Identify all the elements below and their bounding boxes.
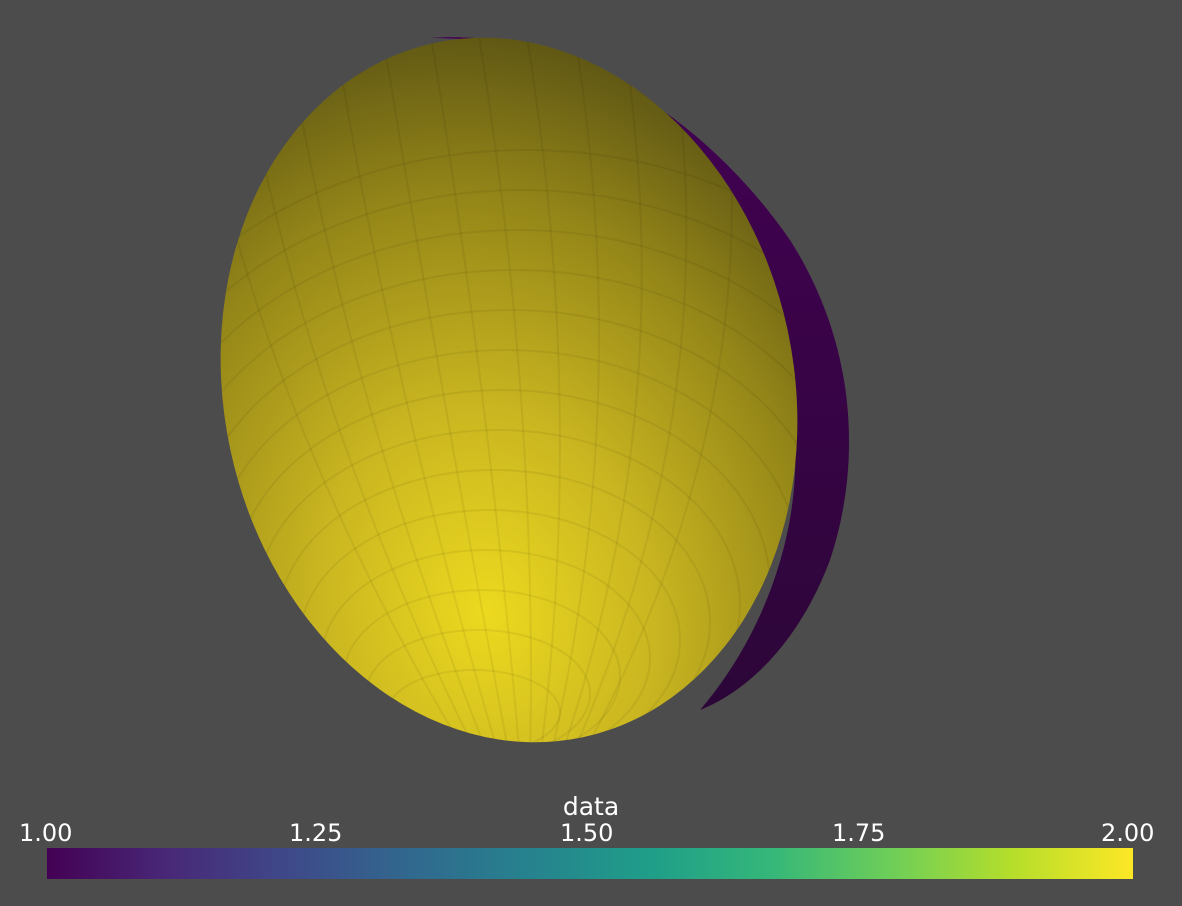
scalar-bar-colormap bbox=[47, 848, 1133, 879]
scalar-bar-tick-label: 1.00 bbox=[19, 819, 73, 847]
render-viewport[interactable]: data 1.00 1.25 1.50 1.75 2.00 bbox=[0, 0, 1182, 906]
scalar-bar-tick-label: 1.50 bbox=[560, 819, 614, 847]
scalar-bar-tick-label: 1.75 bbox=[832, 819, 886, 847]
scalar-bar-tick-label: 1.25 bbox=[289, 819, 343, 847]
sphere-render[interactable] bbox=[0, 0, 1182, 790]
scalar-bar-tick-label: 2.00 bbox=[1101, 819, 1155, 847]
